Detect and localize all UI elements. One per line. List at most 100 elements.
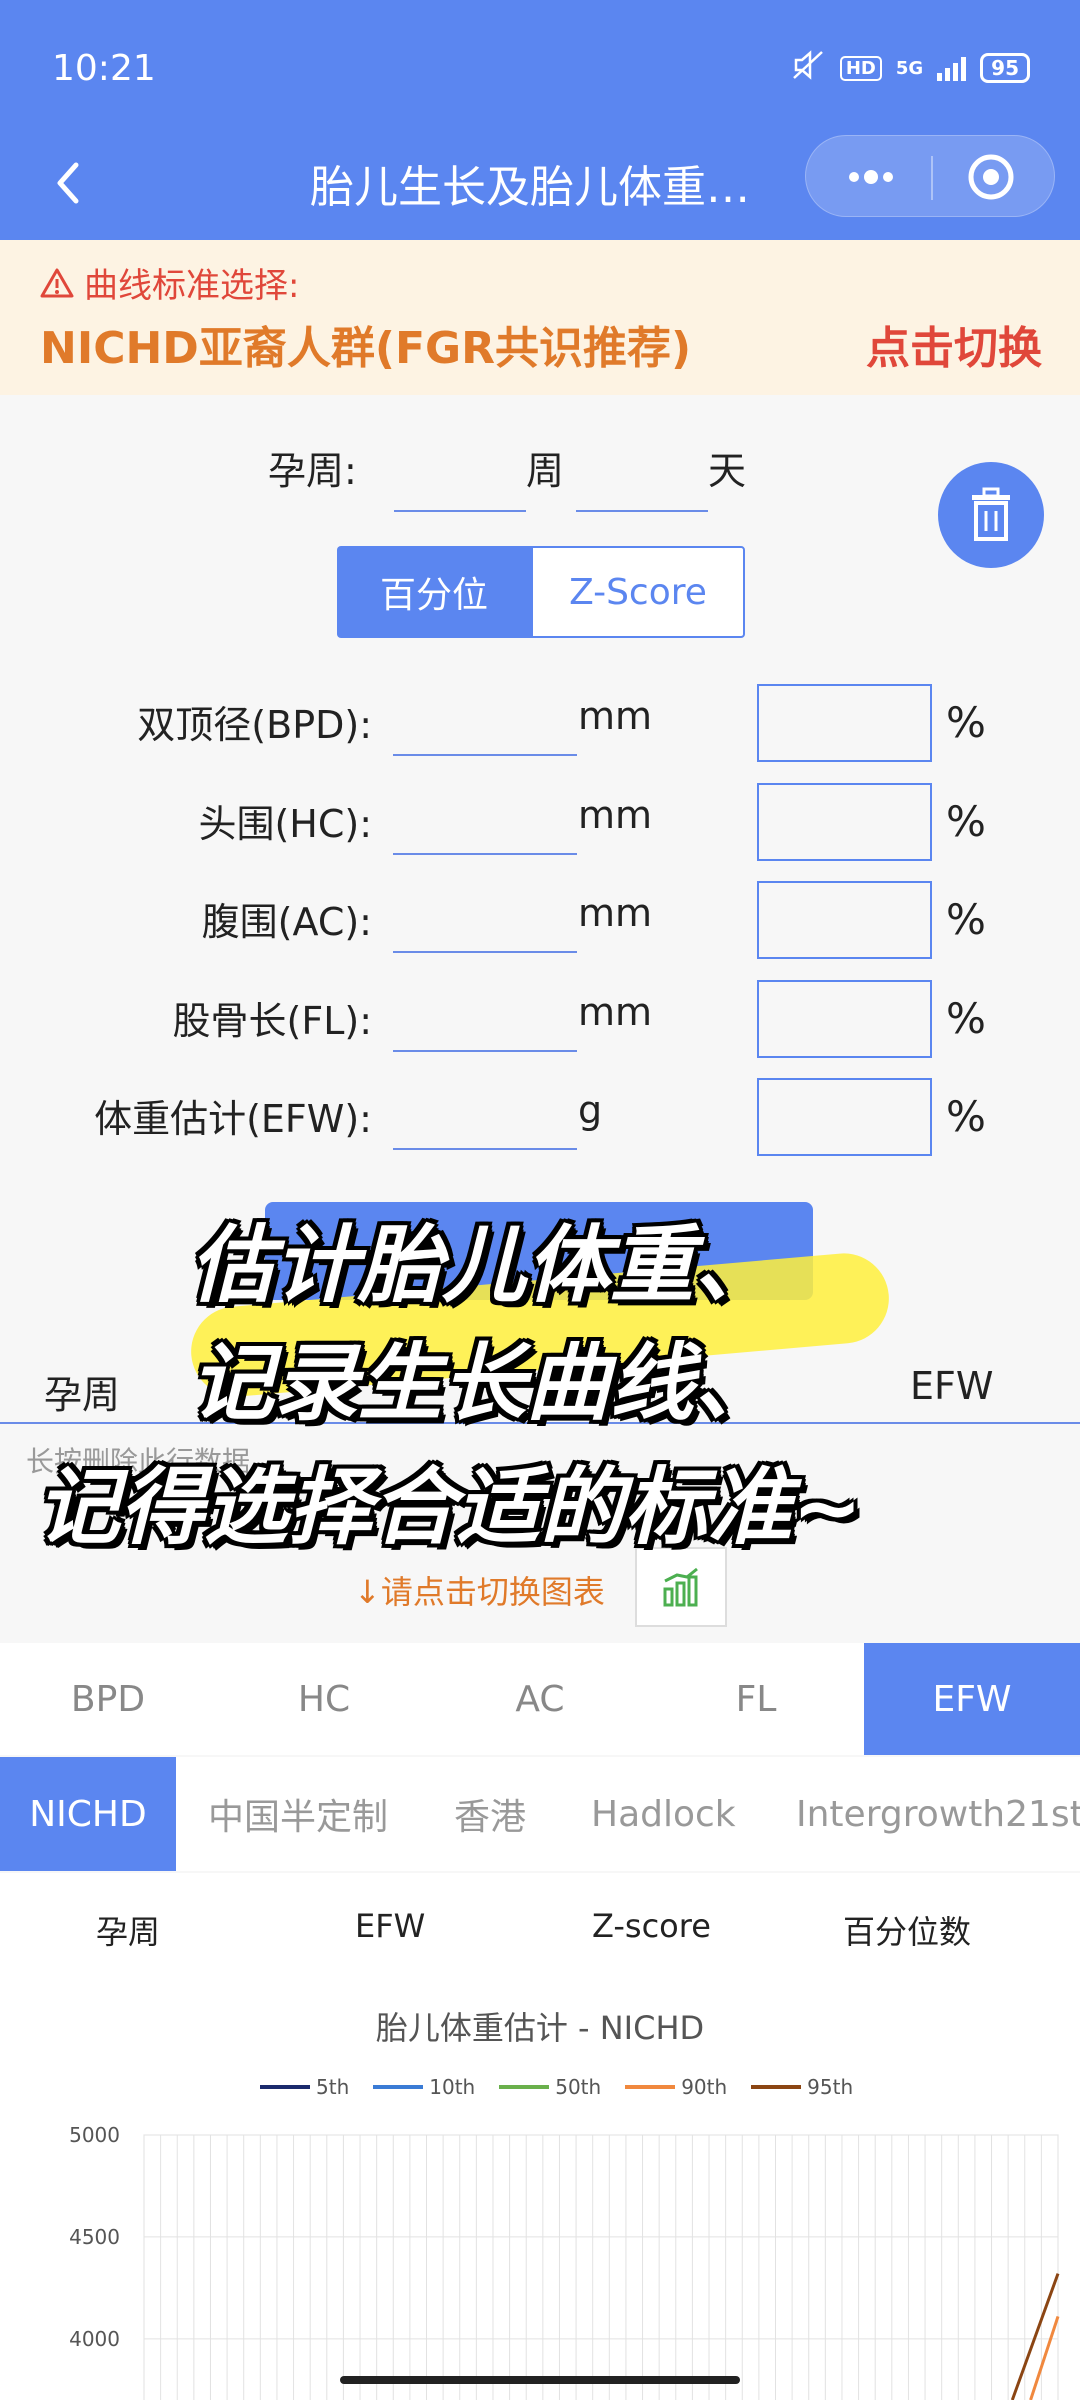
legend-swatch: [751, 2085, 802, 2089]
ga-label: 孕周:: [268, 449, 357, 493]
ga-week-input[interactable]: [394, 510, 526, 512]
y-tick-label: 5000: [69, 2123, 120, 2147]
overlay-caption-line: 记录生长曲线、: [190, 1334, 779, 1432]
legend-swatch: [499, 2085, 550, 2089]
param-row-efw: 体重估计(EFW): g %: [0, 1078, 1080, 1168]
y-tick-label: 4500: [69, 2225, 120, 2249]
growth-chart: 5000 4500 4000 胎儿体重估计 - NICHD 5th 10th 50th 9…: [0, 1983, 1080, 2400]
close-button[interactable]: [966, 152, 1016, 202]
status-time: 10:21: [52, 48, 156, 89]
bpd-percentile-field[interactable]: [757, 684, 932, 762]
capsule-divider: [931, 156, 933, 200]
page-title: 胎儿生长及胎儿体重…: [310, 162, 750, 213]
tab-intergrowth[interactable]: Intergrowth21st: [796, 1757, 1080, 1871]
legend-label: 50th: [555, 2075, 602, 2099]
signal-icon: [937, 55, 967, 81]
hd-badge: HD: [839, 55, 882, 81]
chevron-left-icon: [57, 162, 79, 204]
param-label: 双顶径(BPD):: [137, 703, 372, 747]
chart-title: 胎儿体重估计 - NICHD: [375, 2009, 705, 2047]
metric-tabs: BPD HC AC FL EFW: [0, 1643, 1080, 1755]
legend-swatch: [373, 2085, 424, 2089]
result-col-ga: 孕周: [96, 1913, 161, 1951]
legend-label: 5th: [316, 2075, 350, 2099]
switch-standard-link[interactable]: 点击切换: [866, 312, 1042, 376]
percent-sign: %: [946, 994, 986, 1043]
legend-label: 90th: [681, 2075, 728, 2099]
legend-item[interactable]: 5th: [260, 2075, 349, 2099]
bar-chart-icon: [663, 1567, 698, 1607]
param-unit: mm: [578, 793, 653, 837]
param-unit: mm: [578, 694, 653, 738]
mini-program-capsule: [805, 135, 1055, 217]
bpd-input[interactable]: [393, 754, 577, 756]
legend-label: 10th: [429, 2075, 476, 2099]
legend-item[interactable]: 50th: [499, 2075, 601, 2099]
legend-swatch: [260, 2085, 310, 2089]
ga-day-unit: 天: [708, 449, 747, 493]
clear-button[interactable]: [938, 462, 1044, 568]
param-row-fl: 股骨长(FL): mm %: [0, 980, 1080, 1070]
legend-item[interactable]: 95th: [751, 2075, 853, 2099]
overlay-caption-line: 记得选择合适的标准~: [36, 1458, 863, 1556]
ac-input[interactable]: [393, 951, 577, 953]
param-row-ac: 腹围(AC): mm %: [0, 881, 1080, 971]
nav-bar: 胎儿生长及胎儿体重…: [0, 135, 1080, 240]
tab-bpd[interactable]: BPD: [0, 1643, 216, 1755]
table-header-ga: 孕周: [44, 1373, 121, 1417]
param-label: 腹围(AC):: [201, 900, 372, 944]
hc-percentile-field[interactable]: [757, 783, 932, 861]
percent-sign: %: [946, 895, 986, 944]
tab-fl[interactable]: FL: [648, 1643, 864, 1755]
switch-chart-hint: ↓请点击切换图表: [354, 1573, 605, 1611]
ac-percentile-field[interactable]: [757, 881, 932, 959]
legend-item[interactable]: 90th: [625, 2075, 727, 2099]
result-col-efw: EFW: [355, 1907, 426, 1945]
overlay-caption-line: 估计胎儿体重、: [190, 1216, 779, 1314]
legend-label: 95th: [807, 2075, 854, 2099]
fl-input[interactable]: [393, 1050, 577, 1052]
more-dots-icon: [849, 170, 893, 184]
hc-input[interactable]: [393, 853, 577, 855]
param-label: 股骨长(FL):: [172, 999, 372, 1043]
mute-icon: [792, 50, 826, 86]
percent-sign: %: [946, 1092, 986, 1141]
legend-swatch: [625, 2085, 676, 2089]
battery-level: 95: [980, 53, 1030, 83]
tab-ac[interactable]: AC: [432, 1643, 648, 1755]
fl-percentile-field[interactable]: [757, 980, 932, 1058]
tab-hongkong[interactable]: 香港: [454, 1757, 526, 1871]
tab-efw[interactable]: EFW: [864, 1643, 1080, 1755]
trash-icon: [972, 487, 1010, 541]
efw-percentile-field[interactable]: [757, 1078, 932, 1156]
home-indicator: [340, 2376, 740, 2384]
tab-hadlock[interactable]: Hadlock: [591, 1757, 736, 1871]
notice-label: 曲线标准选择:: [84, 266, 300, 306]
result-col-zscore: Z-score: [592, 1907, 711, 1945]
efw-input[interactable]: [393, 1148, 577, 1150]
param-unit: g: [578, 1088, 603, 1132]
target-close-icon: [968, 154, 1014, 200]
mode-zscore-tab[interactable]: Z-Score: [531, 546, 745, 638]
tab-nichd[interactable]: NICHD: [0, 1757, 176, 1871]
back-button[interactable]: [40, 153, 100, 213]
param-unit: mm: [578, 891, 653, 935]
network-label: 5G: [895, 57, 924, 79]
param-unit: mm: [578, 990, 653, 1034]
param-label: 头围(HC):: [198, 802, 372, 846]
ga-week-unit: 周: [526, 449, 565, 493]
mode-percentile-tab[interactable]: 百分位: [337, 546, 531, 638]
param-row-bpd: 双顶径(BPD): mm %: [0, 684, 1080, 774]
result-col-percentile: 百分位数: [843, 1913, 972, 1951]
legend-item[interactable]: 10th: [373, 2075, 475, 2099]
status-icons: HD 5G 95: [792, 50, 1030, 86]
tab-hc[interactable]: HC: [216, 1643, 432, 1755]
status-bar: 10:21 HD 5G 95: [0, 0, 1080, 135]
tab-china-custom[interactable]: 中国半定制: [208, 1757, 388, 1871]
plot-frame: [143, 2134, 1059, 2400]
more-button[interactable]: [836, 154, 906, 200]
y-tick-label: 4000: [69, 2327, 120, 2351]
ga-day-input[interactable]: [576, 510, 708, 512]
notice-label-wrap: 曲线标准选择:: [40, 258, 299, 307]
param-label: 体重估计(EFW):: [94, 1097, 372, 1141]
